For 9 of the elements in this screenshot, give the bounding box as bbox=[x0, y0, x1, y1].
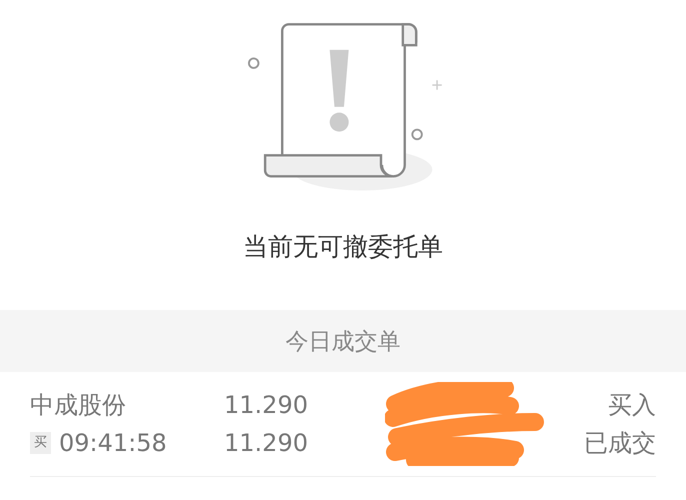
trade-price: 11.290 bbox=[224, 390, 308, 420]
side-tag: 买 bbox=[30, 432, 51, 454]
trade-status: 已成交 bbox=[584, 428, 656, 458]
stock-name: 中成股份 bbox=[30, 390, 127, 420]
trade-side: 买入 bbox=[608, 390, 656, 420]
section-title: 今日成交单 bbox=[286, 328, 400, 356]
trade-price: 11.290 bbox=[224, 428, 308, 458]
trade-time: 09:41:58 bbox=[59, 428, 167, 458]
empty-message: 当前无可撤委托单 bbox=[243, 231, 443, 263]
